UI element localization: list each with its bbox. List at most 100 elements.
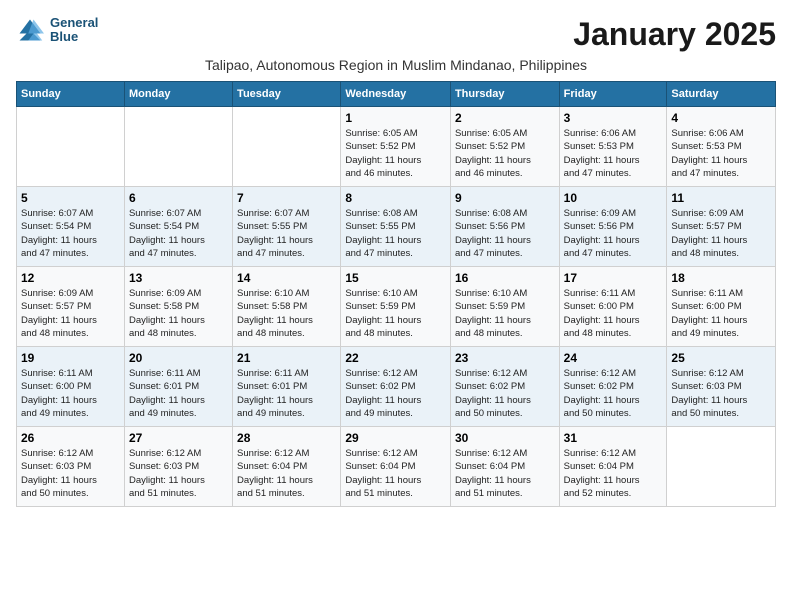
calendar-cell: 6Sunrise: 6:07 AM Sunset: 5:54 PM Daylig…	[124, 187, 232, 267]
day-number: 19	[21, 351, 120, 365]
day-number: 25	[671, 351, 771, 365]
logo: General Blue	[16, 16, 98, 45]
calendar-cell: 31 Sunrise: 6:12 AM Sunset: 6:04 PM Dayli…	[559, 427, 667, 507]
day-number: 30	[455, 431, 555, 445]
calendar-cell: 30 Sunrise: 6:12 AM Sunset: 6:04 PM Dayli…	[450, 427, 559, 507]
calendar-cell: 3Sunrise: 6:06 AM Sunset: 5:53 PM Daylig…	[559, 107, 667, 187]
calendar-cell	[233, 107, 341, 187]
weekday-header-saturday: Saturday	[667, 82, 776, 107]
day-number: 7	[237, 191, 336, 205]
day-info: Sunrise: 6:12 AM Sunset: 6:04 PM Dayligh…	[345, 447, 446, 500]
day-info: Sunrise: 6:12 AM Sunset: 6:02 PM Dayligh…	[455, 367, 555, 420]
calendar-cell: 14 Sunrise: 6:10 AM Sunset: 5:58 PM Dayli…	[233, 267, 341, 347]
day-info: Sunrise: 6:09 AM Sunset: 5:57 PM Dayligh…	[21, 287, 120, 340]
calendar-cell: 10 Sunrise: 6:09 AM Sunset: 5:56 PM Dayli…	[559, 187, 667, 267]
day-info: Sunrise: 6:12 AM Sunset: 6:02 PM Dayligh…	[564, 367, 663, 420]
calendar-cell: 16Sunrise: 6:10 AM Sunset: 5:59 PM Dayli…	[450, 267, 559, 347]
calendar-week-row: 19 Sunrise: 6:11 AM Sunset: 6:00 PM Dayli…	[17, 347, 776, 427]
calendar-cell: 13 Sunrise: 6:09 AM Sunset: 5:58 PM Dayli…	[124, 267, 232, 347]
calendar-cell: 12 Sunrise: 6:09 AM Sunset: 5:57 PM Dayli…	[17, 267, 125, 347]
day-number: 14	[237, 271, 336, 285]
day-number: 4	[671, 111, 771, 125]
calendar-cell: 29 Sunrise: 6:12 AM Sunset: 6:04 PM Dayli…	[341, 427, 451, 507]
logo-text: General Blue	[50, 16, 98, 45]
day-info: Sunrise: 6:10 AM Sunset: 5:59 PM Dayligh…	[455, 287, 555, 340]
day-number: 28	[237, 431, 336, 445]
calendar-cell: 27Sunrise: 6:12 AM Sunset: 6:03 PM Dayli…	[124, 427, 232, 507]
day-number: 3	[564, 111, 663, 125]
day-number: 20	[129, 351, 228, 365]
day-number: 18	[671, 271, 771, 285]
day-number: 29	[345, 431, 446, 445]
day-info: Sunrise: 6:11 AM Sunset: 6:01 PM Dayligh…	[129, 367, 228, 420]
calendar-cell: 4 Sunrise: 6:06 AM Sunset: 5:53 PM Daylig…	[667, 107, 776, 187]
calendar-cell	[124, 107, 232, 187]
calendar-cell: 28 Sunrise: 6:12 AM Sunset: 6:04 PM Dayli…	[233, 427, 341, 507]
day-number: 10	[564, 191, 663, 205]
day-info: Sunrise: 6:05 AM Sunset: 5:52 PM Dayligh…	[455, 127, 555, 180]
calendar-cell: 19 Sunrise: 6:11 AM Sunset: 6:00 PM Dayli…	[17, 347, 125, 427]
day-info: Sunrise: 6:11 AM Sunset: 6:00 PM Dayligh…	[564, 287, 663, 340]
day-number: 1	[345, 111, 446, 125]
weekday-header-thursday: Thursday	[450, 82, 559, 107]
calendar-cell: 22 Sunrise: 6:12 AM Sunset: 6:02 PM Dayli…	[341, 347, 451, 427]
day-number: 13	[129, 271, 228, 285]
day-info: Sunrise: 6:11 AM Sunset: 6:00 PM Dayligh…	[671, 287, 771, 340]
weekday-header-wednesday: Wednesday	[341, 82, 451, 107]
calendar-cell: 8Sunrise: 6:08 AM Sunset: 5:55 PM Daylig…	[341, 187, 451, 267]
calendar-week-row: 1 Sunrise: 6:05 AM Sunset: 5:52 PM Daylig…	[17, 107, 776, 187]
calendar-cell	[17, 107, 125, 187]
calendar-cell: 18 Sunrise: 6:11 AM Sunset: 6:00 PM Dayli…	[667, 267, 776, 347]
day-info: Sunrise: 6:12 AM Sunset: 6:03 PM Dayligh…	[671, 367, 771, 420]
calendar-week-row: 26 Sunrise: 6:12 AM Sunset: 6:03 PM Dayli…	[17, 427, 776, 507]
calendar-cell: 2Sunrise: 6:05 AM Sunset: 5:52 PM Daylig…	[450, 107, 559, 187]
calendar-table: SundayMondayTuesdayWednesdayThursdayFrid…	[16, 81, 776, 507]
calendar-cell: 17 Sunrise: 6:11 AM Sunset: 6:00 PM Dayli…	[559, 267, 667, 347]
weekday-header-tuesday: Tuesday	[233, 82, 341, 107]
calendar-cell: 15Sunrise: 6:10 AM Sunset: 5:59 PM Dayli…	[341, 267, 451, 347]
calendar-cell: 26Sunrise: 6:12 AM Sunset: 6:03 PM Dayli…	[17, 427, 125, 507]
month-title: January 2025	[573, 16, 776, 53]
day-info: Sunrise: 6:11 AM Sunset: 6:00 PM Dayligh…	[21, 367, 120, 420]
day-info: Sunrise: 6:10 AM Sunset: 5:58 PM Dayligh…	[237, 287, 336, 340]
weekday-header-sunday: Sunday	[17, 82, 125, 107]
day-info: Sunrise: 6:07 AM Sunset: 5:55 PM Dayligh…	[237, 207, 336, 260]
weekday-header-row: SundayMondayTuesdayWednesdayThursdayFrid…	[17, 82, 776, 107]
day-info: Sunrise: 6:12 AM Sunset: 6:04 PM Dayligh…	[455, 447, 555, 500]
day-info: Sunrise: 6:07 AM Sunset: 5:54 PM Dayligh…	[21, 207, 120, 260]
calendar-cell: 9Sunrise: 6:08 AM Sunset: 5:56 PM Daylig…	[450, 187, 559, 267]
calendar-cell: 25 Sunrise: 6:12 AM Sunset: 6:03 PM Dayli…	[667, 347, 776, 427]
day-number: 11	[671, 191, 771, 205]
day-number: 26	[21, 431, 120, 445]
day-info: Sunrise: 6:05 AM Sunset: 5:52 PM Dayligh…	[345, 127, 446, 180]
calendar-cell: 5 Sunrise: 6:07 AM Sunset: 5:54 PM Daylig…	[17, 187, 125, 267]
day-number: 24	[564, 351, 663, 365]
day-number: 21	[237, 351, 336, 365]
day-info: Sunrise: 6:12 AM Sunset: 6:02 PM Dayligh…	[345, 367, 446, 420]
day-info: Sunrise: 6:12 AM Sunset: 6:03 PM Dayligh…	[129, 447, 228, 500]
calendar-cell: 7 Sunrise: 6:07 AM Sunset: 5:55 PM Daylig…	[233, 187, 341, 267]
day-info: Sunrise: 6:12 AM Sunset: 6:04 PM Dayligh…	[564, 447, 663, 500]
calendar-cell: 24 Sunrise: 6:12 AM Sunset: 6:02 PM Dayli…	[559, 347, 667, 427]
calendar-cell	[667, 427, 776, 507]
day-number: 12	[21, 271, 120, 285]
day-info: Sunrise: 6:09 AM Sunset: 5:58 PM Dayligh…	[129, 287, 228, 340]
day-number: 22	[345, 351, 446, 365]
day-info: Sunrise: 6:12 AM Sunset: 6:04 PM Dayligh…	[237, 447, 336, 500]
day-number: 9	[455, 191, 555, 205]
subtitle: Talipao, Autonomous Region in Muslim Min…	[16, 57, 776, 73]
day-info: Sunrise: 6:07 AM Sunset: 5:54 PM Dayligh…	[129, 207, 228, 260]
day-info: Sunrise: 6:08 AM Sunset: 5:55 PM Dayligh…	[345, 207, 446, 260]
calendar-cell: 23Sunrise: 6:12 AM Sunset: 6:02 PM Dayli…	[450, 347, 559, 427]
day-number: 5	[21, 191, 120, 205]
weekday-header-monday: Monday	[124, 82, 232, 107]
day-info: Sunrise: 6:09 AM Sunset: 5:57 PM Dayligh…	[671, 207, 771, 260]
calendar-cell: 1 Sunrise: 6:05 AM Sunset: 5:52 PM Daylig…	[341, 107, 451, 187]
day-info: Sunrise: 6:09 AM Sunset: 5:56 PM Dayligh…	[564, 207, 663, 260]
day-number: 31	[564, 431, 663, 445]
day-info: Sunrise: 6:06 AM Sunset: 5:53 PM Dayligh…	[671, 127, 771, 180]
calendar-week-row: 5 Sunrise: 6:07 AM Sunset: 5:54 PM Daylig…	[17, 187, 776, 267]
day-number: 17	[564, 271, 663, 285]
calendar-week-row: 12 Sunrise: 6:09 AM Sunset: 5:57 PM Dayli…	[17, 267, 776, 347]
day-info: Sunrise: 6:11 AM Sunset: 6:01 PM Dayligh…	[237, 367, 336, 420]
